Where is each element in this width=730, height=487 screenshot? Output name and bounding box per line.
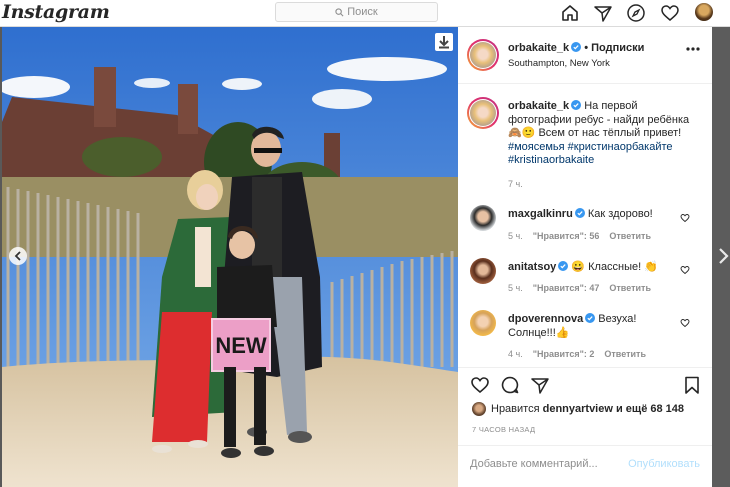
comment-item: maxgalkinru Как здорово! <box>508 208 708 222</box>
comment-time: 5 ч. <box>508 283 523 293</box>
top-navigation-bar: Instagram Поиск <box>0 0 730 27</box>
actions-divider <box>458 367 712 368</box>
post-location[interactable]: Southampton, New York <box>508 58 610 69</box>
like-heart-icon[interactable] <box>470 375 490 395</box>
photo-illustration: NEW <box>2 27 458 487</box>
comment-time: 4 ч. <box>508 349 523 359</box>
comment-text: 😀 Классные! 👏 <box>571 261 658 273</box>
verified-badge-icon <box>574 208 585 218</box>
hashtags-line-1[interactable]: #моясемья #кристинаорбакайте <box>508 141 673 153</box>
comment-likes[interactable]: "Нравится": 56 <box>533 231 600 241</box>
verified-badge-icon <box>571 42 582 52</box>
explore-icon[interactable] <box>626 3 646 23</box>
comment-meta: 5 ч. "Нравится": 47 Ответить <box>508 283 651 293</box>
comment-text: Как здорово! <box>587 208 653 220</box>
reply-button[interactable]: Ответить <box>609 231 651 241</box>
comment-text-line-2: Солнце!!!👍 <box>508 326 570 339</box>
comment-username[interactable]: anitatsoy <box>508 261 556 273</box>
likes-prefix: Нравится <box>491 403 540 415</box>
verified-badge-icon <box>571 100 582 110</box>
like-comment-heart-icon[interactable] <box>680 265 690 275</box>
search-input[interactable]: Поиск <box>275 2 438 22</box>
commenter-avatar[interactable] <box>470 310 496 336</box>
comment-time: 5 ч. <box>508 231 523 241</box>
like-comment-heart-icon[interactable] <box>680 213 690 223</box>
home-icon[interactable] <box>560 3 580 23</box>
search-placeholder: Поиск <box>347 6 378 18</box>
download-arrow-icon <box>439 36 449 49</box>
comment-item: anitatsoy 😀 Классные! 👏 <box>508 261 708 275</box>
verified-badge-icon <box>558 261 569 271</box>
hashtags-line-2[interactable]: #kristinaorbakaite <box>508 154 594 166</box>
activity-heart-icon[interactable] <box>660 3 680 23</box>
header-divider <box>458 83 712 84</box>
next-post-chevron-icon[interactable] <box>716 246 730 266</box>
post-photo[interactable]: NEW <box>2 27 458 487</box>
profile-avatar[interactable] <box>695 3 713 21</box>
comment-username[interactable]: maxgalkinru <box>508 208 573 220</box>
comment-meta: 5 ч. "Нравится": 56 Ответить <box>508 231 651 241</box>
instagram-logo[interactable]: Instagram <box>2 1 110 23</box>
liked-by-user[interactable]: dennyartview <box>543 403 613 415</box>
carousel-prev-button[interactable] <box>9 247 27 265</box>
comment-likes[interactable]: "Нравится": 2 <box>533 349 595 359</box>
caption-line-2: фотографии ребус - найди ребёнка <box>508 113 690 126</box>
caption-timestamp: 7 ч. <box>508 179 523 189</box>
likes-summary: Нравится dennyartview и ещё 68 148 <box>491 403 684 415</box>
comment-likes[interactable]: "Нравится": 47 <box>533 283 600 293</box>
reply-button[interactable]: Ответить <box>609 283 651 293</box>
like-comment-heart-icon[interactable] <box>680 318 690 328</box>
save-bookmark-icon[interactable] <box>682 375 702 395</box>
caption-username[interactable]: orbakaite_k <box>508 100 569 112</box>
commenter-avatar[interactable] <box>470 205 496 231</box>
author-username[interactable]: orbakaite_k <box>508 42 569 54</box>
reply-button[interactable]: Ответить <box>604 349 646 359</box>
post-header-author: orbakaite_k • Подписки <box>508 42 644 54</box>
likes-count[interactable]: и ещё 68 148 <box>616 403 684 415</box>
comment-item: dpoverennova Везуха! Солнце!!!👍 <box>508 313 708 340</box>
direct-icon[interactable] <box>593 3 613 23</box>
comment-meta: 4 ч. "Нравится": 2 Ответить <box>508 349 646 359</box>
comment-text: Везуха! <box>598 313 637 325</box>
commenter-avatar[interactable] <box>470 258 496 284</box>
publish-comment-button[interactable]: Опубликовать <box>628 458 700 470</box>
author-avatar[interactable] <box>470 42 496 68</box>
post-time-ago[interactable]: 7 ЧАСОВ НАЗАД <box>472 425 535 434</box>
add-comment-input[interactable]: Добавьте комментарий... <box>470 458 598 470</box>
caption-line-1: На первой <box>584 100 638 112</box>
comment-bubble-icon[interactable] <box>500 375 520 395</box>
share-direct-icon[interactable] <box>530 375 550 395</box>
new-sign-text: NEW <box>215 333 267 358</box>
more-options-icon[interactable] <box>684 45 702 53</box>
search-icon <box>335 8 344 17</box>
caption-author-avatar[interactable] <box>470 100 496 126</box>
post-caption: orbakaite_k На первой фотографии ребус -… <box>508 100 708 168</box>
chevron-left-icon <box>14 251 21 261</box>
post-details-panel: orbakaite_k • Подписки Southampton, New … <box>458 27 712 487</box>
liker-avatar[interactable] <box>472 402 486 416</box>
comment-username[interactable]: dpoverennova <box>508 313 583 325</box>
verified-badge-icon <box>585 313 596 323</box>
following-label[interactable]: • Подписки <box>584 42 644 54</box>
caption-line-3: 🙈🙂 Всем от нас тёплый привет! <box>508 127 682 139</box>
comment-box-divider <box>458 445 712 446</box>
download-button[interactable] <box>435 33 453 51</box>
